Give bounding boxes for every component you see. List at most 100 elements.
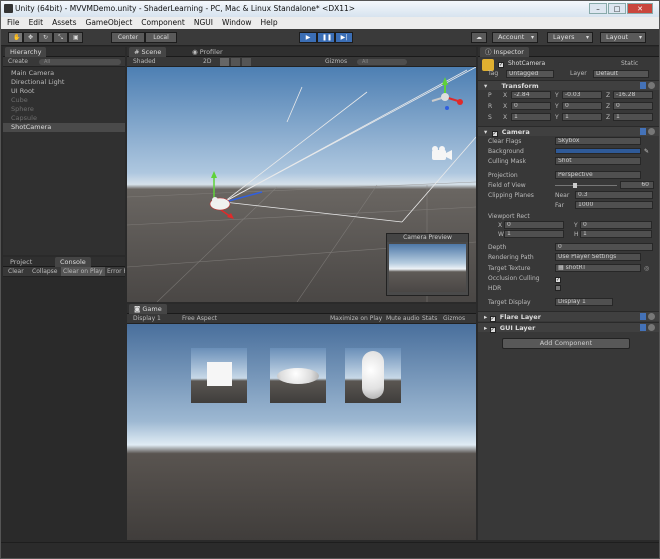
menu-file[interactable]: File	[7, 17, 20, 29]
flare-help-icon[interactable]	[640, 313, 646, 320]
camera-help-icon[interactable]	[640, 128, 646, 135]
play-button-icon[interactable]: ▶	[299, 32, 317, 43]
active-checkbox[interactable]	[498, 59, 506, 68]
tab-hierarchy[interactable]: Hierarchy	[5, 47, 47, 57]
create-dropdown[interactable]: Create	[8, 57, 28, 67]
rect-tool-icon[interactable]: ▣	[68, 32, 83, 43]
menu-ngui[interactable]: NGUI	[194, 17, 213, 29]
viewport-x-field[interactable]: 0	[504, 221, 564, 229]
far-field[interactable]: 1000	[575, 201, 653, 209]
tab-scene[interactable]: # Scene	[129, 47, 167, 57]
camera-gear-icon[interactable]	[648, 128, 655, 135]
collapse-button[interactable]: Collapse	[32, 267, 58, 276]
depth-field[interactable]: 0	[555, 243, 653, 251]
maximize-button[interactable]: □	[608, 3, 626, 14]
tab-game[interactable]: ◙ Game	[129, 304, 167, 314]
rot-y-field[interactable]: 0	[562, 102, 602, 110]
pause-button-icon[interactable]: ❚❚	[317, 32, 335, 43]
pivot-local-button[interactable]: Local	[145, 32, 177, 43]
hierarchy-item[interactable]: ShotCamera	[3, 123, 125, 132]
flare-layer-checkbox[interactable]	[489, 313, 498, 322]
background-color-swatch[interactable]	[555, 148, 641, 154]
close-button[interactable]: ✕	[627, 3, 653, 14]
tag-dropdown[interactable]: Untagged	[506, 70, 554, 78]
scale-z-field[interactable]: 1	[613, 113, 653, 121]
rendering-path-dropdown[interactable]: Use Player Settings	[555, 253, 641, 261]
menu-assets[interactable]: Assets	[52, 17, 76, 29]
minimize-button[interactable]: –	[589, 3, 607, 14]
game-viewport[interactable]	[127, 324, 476, 540]
transform-header[interactable]: ▾ Transform	[478, 80, 659, 90]
fov-slider-thumb[interactable]	[573, 183, 577, 188]
scale-x-field[interactable]: 1	[511, 113, 551, 121]
move-tool-icon[interactable]: ✥	[23, 32, 38, 43]
fov-field[interactable]: 60	[620, 181, 654, 189]
rotate-tool-icon[interactable]: ↻	[38, 32, 53, 43]
maximize-on-play-toggle[interactable]: Maximize on Play	[330, 314, 382, 324]
scale-tool-icon[interactable]: ⤡	[53, 32, 68, 43]
flare-gear-icon[interactable]	[648, 313, 655, 320]
hand-tool-icon[interactable]: ✋	[8, 32, 23, 43]
gui-layer-checkbox[interactable]	[489, 324, 498, 333]
near-field[interactable]: 0.3	[575, 191, 653, 199]
clear-button[interactable]: Clear	[8, 267, 24, 276]
tab-inspector[interactable]: ⓘ Inspector	[480, 47, 529, 57]
gui-gear-icon[interactable]	[648, 324, 655, 331]
clear-on-play-button[interactable]: Clear on Play	[61, 267, 105, 276]
scene-search-input[interactable]: All	[357, 59, 407, 65]
layout-dropdown[interactable]: Layout	[600, 32, 646, 43]
pos-z-field[interactable]: -16.28	[613, 91, 653, 99]
object-name-field[interactable]: ShotCamera	[508, 59, 545, 68]
game-gizmos-dropdown[interactable]: Gizmos	[443, 314, 465, 324]
menu-edit[interactable]: Edit	[29, 17, 44, 29]
viewport-y-field[interactable]: 0	[580, 221, 652, 229]
aspect-dropdown[interactable]: Free Aspect	[182, 314, 217, 324]
layer-dropdown[interactable]: Default	[593, 70, 649, 78]
hierarchy-item[interactable]: Cube	[3, 96, 125, 105]
viewport-w-field[interactable]: 1	[504, 230, 564, 238]
stats-toggle[interactable]: Stats	[422, 314, 437, 324]
tab-console[interactable]: Console	[55, 257, 91, 267]
projection-dropdown[interactable]: Perspective	[555, 171, 641, 179]
gui-help-icon[interactable]	[640, 324, 646, 331]
2d-toggle[interactable]: 2D	[203, 57, 211, 67]
error-pause-button[interactable]: Error P	[107, 267, 125, 276]
clear-flags-dropdown[interactable]: Skybox	[555, 137, 641, 145]
display-dropdown[interactable]: Display 1	[133, 314, 161, 324]
audio-toggle-icon[interactable]	[231, 58, 240, 66]
gui-layer-header[interactable]: ▸ GUI Layer	[478, 322, 659, 333]
menu-window[interactable]: Window	[222, 17, 252, 29]
tab-project[interactable]: Project	[5, 257, 37, 267]
hierarchy-search-input[interactable]: All	[39, 59, 121, 65]
scene-gizmos-dropdown[interactable]: Gizmos	[325, 57, 347, 67]
scene-viewport[interactable]: Camera Preview	[127, 67, 476, 302]
flare-layer-header[interactable]: ▸ Flare Layer	[478, 311, 659, 322]
pivot-center-button[interactable]: Center	[111, 32, 145, 43]
cloud-icon[interactable]: ☁	[471, 32, 487, 43]
step-button-icon[interactable]: ▶|	[335, 32, 353, 43]
object-picker-icon[interactable]: ◎	[644, 264, 649, 273]
camera-enabled-checkbox[interactable]	[491, 128, 500, 137]
menu-gameobject[interactable]: GameObject	[86, 17, 133, 29]
target-display-dropdown[interactable]: Display 1	[555, 298, 613, 306]
tab-profiler[interactable]: ◉ Profiler	[187, 47, 228, 57]
hierarchy-item[interactable]: UI Root	[3, 87, 125, 96]
account-dropdown[interactable]: Account	[492, 32, 538, 43]
rot-x-field[interactable]: 0	[511, 102, 551, 110]
static-toggle[interactable]: Static	[621, 59, 638, 68]
gear-icon[interactable]	[648, 82, 655, 89]
effects-toggle-icon[interactable]	[242, 58, 251, 66]
lighting-toggle-icon[interactable]	[220, 58, 229, 66]
pos-x-field[interactable]: -2.84	[511, 91, 551, 99]
eyedropper-icon[interactable]: ✎	[644, 147, 649, 156]
rot-z-field[interactable]: 0	[613, 102, 653, 110]
shading-mode-dropdown[interactable]: Shaded	[133, 57, 156, 67]
menu-component[interactable]: Component	[141, 17, 185, 29]
mute-audio-toggle[interactable]: Mute audio	[386, 314, 420, 324]
hdr-checkbox[interactable]	[555, 284, 563, 293]
scale-y-field[interactable]: 1	[562, 113, 602, 121]
help-book-icon[interactable]	[640, 82, 646, 89]
viewport-h-field[interactable]: 1	[580, 230, 652, 238]
hierarchy-item[interactable]: Capsule	[3, 114, 125, 123]
culling-mask-dropdown[interactable]: Shot	[555, 157, 641, 165]
